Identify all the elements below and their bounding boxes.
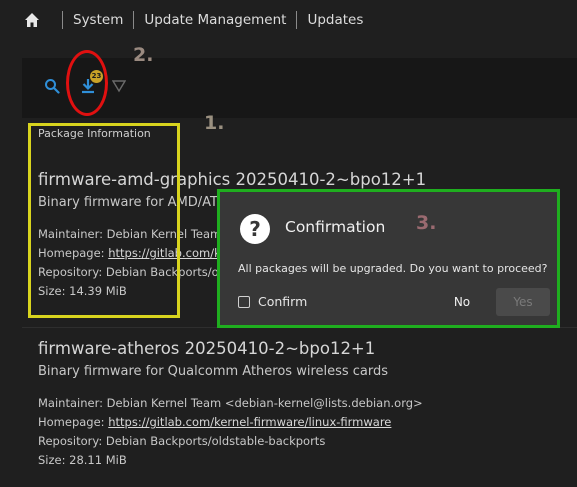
package-homepage: Homepage: https://gitlab.com/kernel-firm… [38, 413, 577, 432]
breadcrumb-separator [133, 11, 135, 29]
dialog-title: Confirmation [285, 218, 386, 236]
homepage-label: Homepage: [38, 415, 109, 429]
breadcrumb: System Update Management Updates [0, 0, 577, 40]
package-maintainer: Maintainer: Debian Kernel Team <debian-k… [38, 396, 423, 410]
annotation-label-3: 3. [416, 212, 437, 234]
package-size: Size: 28.11 MiB [38, 453, 127, 467]
breadcrumb-system[interactable]: System [73, 12, 123, 28]
no-button[interactable]: No [446, 290, 478, 314]
package-name: firmware-atheros 20250410-2~bpo12+1 [38, 339, 376, 358]
filter-icon[interactable] [111, 78, 127, 93]
annotation-label-2: 2. [133, 44, 154, 66]
package-description: Binary firmware for Qualcomm Atheros wir… [38, 364, 389, 379]
confirm-label[interactable]: Confirm [258, 294, 307, 309]
dialog-message: All packages will be upgraded. Do you wa… [238, 262, 548, 275]
annotation-red-ellipse [66, 50, 108, 116]
package-item[interactable]: firmware-atheros 20250410-2~bpo12+1 Bina… [38, 339, 577, 470]
annotation-label-1: 1. [204, 112, 225, 134]
breadcrumb-update-management[interactable]: Update Management [144, 12, 286, 28]
breadcrumb-separator [62, 11, 63, 29]
search-icon[interactable] [44, 78, 60, 94]
question-icon: ? [240, 214, 270, 244]
confirm-checkbox[interactable] [238, 296, 250, 308]
package-repository: Repository: Debian Backports/oldstable-b… [38, 434, 326, 448]
annotation-yellow-rect [28, 123, 180, 318]
breadcrumb-updates[interactable]: Updates [307, 12, 363, 28]
confirmation-dialog: ? Confirmation All packages will be upgr… [220, 192, 557, 325]
home-icon[interactable] [24, 12, 40, 28]
homepage-link[interactable]: https://gitlab.com/kernel-firmware/linux… [108, 415, 391, 429]
breadcrumb-separator [296, 11, 298, 29]
yes-button[interactable]: Yes [496, 288, 550, 316]
